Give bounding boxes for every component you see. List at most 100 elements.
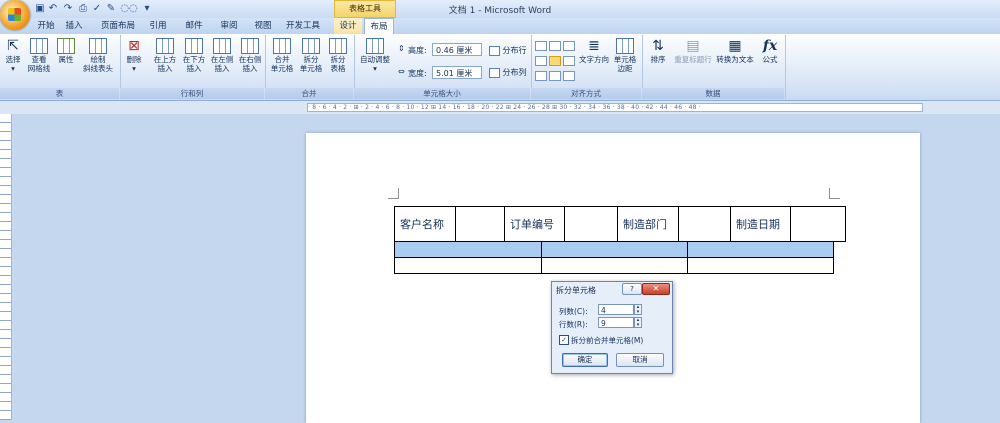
repeat-header-rows-button[interactable]: ▤ 重复标题行 [672, 38, 714, 64]
selected-cell[interactable] [687, 241, 834, 258]
columns-input[interactable]: 4 [598, 304, 634, 315]
selected-cell[interactable] [394, 241, 542, 258]
select-button[interactable]: ⇱ 选择 ▾ [2, 38, 24, 73]
insert-left-button[interactable]: 在左侧 插入 [208, 38, 236, 73]
row-height-icon: ⇕ [398, 44, 405, 53]
insert-below-icon [185, 38, 203, 54]
draw-diagonal-header-button[interactable]: 绘制 斜线表头 [80, 38, 116, 73]
tab-review[interactable]: 审阅 [217, 18, 241, 34]
selected-rows-table[interactable] [394, 241, 834, 274]
repeat-header-icon: ▤ [686, 38, 700, 54]
width-input[interactable]: 5.01 厘米 [432, 66, 482, 79]
cancel-button[interactable]: 取消 [616, 353, 664, 367]
distribute-rows-button[interactable]: 分布行 [489, 45, 527, 56]
ruler-scale: · 8 · 6 · 4 · 2 · ⊞ · 2 · 4 · 6 · 8 · 10… [307, 103, 923, 112]
rows-label: 行数(R): [559, 320, 588, 329]
text-direction-icon: ≣ [588, 38, 600, 54]
autofit-button[interactable]: 自动调整 ▾ [357, 38, 393, 73]
merge-cells-button[interactable]: 合并 单元格 [268, 38, 296, 73]
distribute-cols-button[interactable]: 分布列 [489, 67, 527, 78]
tab-view[interactable]: 视图 [251, 18, 275, 34]
tab-layout[interactable]: 布局 [364, 18, 394, 34]
close-button[interactable]: ✕ [642, 283, 670, 295]
cursor-icon: ⇱ [7, 38, 19, 54]
insert-right-button[interactable]: 在右侧 插入 [236, 38, 264, 73]
height-label: 高度: [408, 46, 427, 55]
window-title: 文档 1 - Microsoft Word [448, 6, 552, 16]
ok-button[interactable]: 确定 [562, 353, 608, 367]
text-direction-button[interactable]: ≣ 文字方向 [578, 38, 610, 64]
tab-mailings[interactable]: 邮件 [182, 18, 206, 34]
table-group-label: 表 [0, 88, 119, 99]
selected-cell[interactable] [541, 241, 688, 258]
view-gridlines-button[interactable]: 查看 网格线 [26, 38, 52, 73]
table-cell[interactable] [455, 206, 505, 242]
tab-page-layout[interactable]: 页面布局 [98, 18, 138, 34]
split-cells-dialog: 拆分单元格 ? ✕ 列数(C): 4 ▴ ▾ 行数(R): 9 ▴ ▾ ✓ 拆分前合… [551, 281, 673, 374]
sort-icon: ⇅ [652, 38, 664, 54]
merge-before-split-label: 拆分前合并单元格(M) [571, 336, 644, 345]
sort-button[interactable]: ⇅ 排序 [646, 38, 670, 64]
dialog-title: 拆分单元格 [556, 286, 596, 295]
convert-to-text-button[interactable]: ▦ 转换为文本 [714, 38, 756, 64]
merge-before-split-checkbox[interactable]: ✓ [559, 335, 569, 345]
table-cell[interactable] [541, 257, 688, 274]
margin-corner-marker [829, 188, 840, 199]
align-bottom-center-button[interactable] [549, 71, 561, 81]
cell-size-group-label: 单元格大小 [354, 88, 530, 99]
table-cell[interactable]: 制造部门 [617, 206, 679, 242]
align-middle-left-button[interactable] [535, 56, 547, 66]
convert-to-text-icon: ▦ [728, 38, 742, 54]
merge-cells-icon [273, 38, 291, 54]
table-cell[interactable] [678, 206, 731, 242]
delete-button[interactable]: ⊠ 删除 ▾ [122, 38, 146, 73]
height-input[interactable]: 0.46 厘米 [432, 43, 482, 56]
help-button[interactable]: ? [622, 283, 642, 295]
distribute-rows-icon [489, 45, 500, 56]
split-cells-icon [302, 38, 320, 54]
formula-icon: fx [762, 38, 778, 54]
document-page[interactable] [306, 133, 920, 423]
tab-references[interactable]: 引用 [146, 18, 170, 34]
align-bottom-left-button[interactable] [535, 71, 547, 81]
table-cell[interactable]: 制造日期 [730, 206, 791, 242]
columns-spinner[interactable]: ▴ ▾ [634, 304, 642, 315]
tab-insert[interactable]: 插入 [62, 18, 86, 34]
table-row [394, 241, 834, 258]
align-middle-right-button[interactable] [563, 56, 575, 66]
cell-margins-button[interactable]: 单元格 边距 [611, 38, 639, 73]
cell-margins-icon [616, 38, 634, 54]
diagonal-header-icon [89, 38, 107, 54]
autofit-icon [366, 38, 384, 54]
document-table[interactable]: 客户名称 订单编号 制造部门 制造日期 [394, 206, 846, 242]
data-group-label: 数据 [642, 88, 784, 99]
col-width-icon: ⇔ [398, 67, 405, 76]
properties-button[interactable]: 属性 [54, 38, 78, 64]
split-cells-button[interactable]: 拆分 单元格 [297, 38, 325, 73]
table-cell[interactable] [687, 257, 834, 274]
align-top-center-button[interactable] [549, 41, 561, 51]
align-middle-center-button[interactable] [549, 56, 561, 66]
tab-home[interactable]: 开始 [34, 18, 58, 34]
vertical-ruler[interactable] [0, 114, 12, 420]
table-cell[interactable]: 订单编号 [504, 206, 565, 242]
insert-above-button[interactable]: 在上方 插入 [151, 38, 179, 73]
gridlines-icon [30, 38, 48, 54]
align-top-right-button[interactable] [563, 41, 575, 51]
table-cell[interactable]: 客户名称 [394, 206, 456, 242]
rows-spinner[interactable]: ▴ ▾ [634, 317, 642, 328]
office-button[interactable] [0, 0, 30, 30]
formula-button[interactable]: fx 公式 [758, 38, 782, 64]
table-cell[interactable] [564, 206, 618, 242]
rows-input[interactable]: 9 [598, 317, 634, 328]
table-cell[interactable] [790, 206, 846, 242]
split-table-button[interactable]: 拆分 表格 [325, 38, 351, 73]
align-top-left-button[interactable] [535, 41, 547, 51]
tab-design[interactable]: 设计 [334, 18, 362, 34]
align-bottom-right-button[interactable] [563, 71, 575, 81]
insert-below-button[interactable]: 在下方 插入 [180, 38, 208, 73]
horizontal-ruler[interactable]: · 8 · 6 · 4 · 2 · ⊞ · 2 · 4 · 6 · 8 · 10… [0, 101, 1000, 114]
table-cell[interactable] [394, 257, 542, 274]
margin-corner-marker [388, 188, 399, 199]
tab-developer[interactable]: 开发工具 [284, 18, 322, 34]
